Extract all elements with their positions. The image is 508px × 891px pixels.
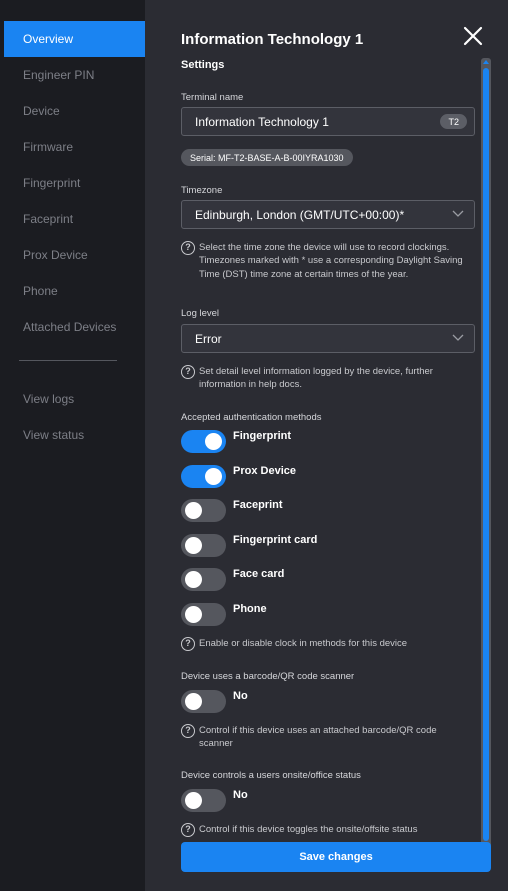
barcode-help-text: Control if this device uses an attached … [199,725,437,750]
onsite-label: Device controls a users onsite/office st… [181,770,361,781]
fingerprint-toggle[interactable] [181,430,226,453]
toggle-row-face-card: Face card [181,568,461,592]
log-level-value: Error [195,331,222,346]
sidebar-item-view-status[interactable]: View status [4,417,145,453]
toggle-row-onsite: No [181,789,461,813]
close-icon [463,26,483,46]
timezone-help-text: Select the time zone the device will use… [199,242,463,280]
terminal-name-input[interactable]: Information Technology 1 T2 [181,107,475,136]
sidebar-divider [19,360,117,361]
toggle-knob [205,468,222,485]
help-icon: ? [181,724,195,738]
fingerprint-card-toggle[interactable] [181,534,226,557]
toggle-knob [185,792,202,809]
sidebar-item-device[interactable]: Device [4,93,145,129]
section-title: Settings [181,59,225,71]
barcode-toggle[interactable] [181,690,226,713]
toggle-knob [185,606,202,623]
toggle-row-prox-device: Prox Device [181,465,461,489]
sidebar-item-faceprint[interactable]: Faceprint [4,201,145,237]
close-button[interactable] [462,25,484,47]
toggle-label: No [233,789,248,801]
sidebar-item-prox-device[interactable]: Prox Device [4,237,145,273]
toggle-row-faceprint: Faceprint [181,499,461,523]
toggle-knob [205,433,222,450]
sidebar-item-overview[interactable]: Overview [4,21,145,57]
terminal-name-value: Information Technology 1 [195,114,329,129]
toggle-row-fingerprint-card: Fingerprint card [181,534,461,558]
toggle-label: Prox Device [233,465,296,477]
timezone-value: Edinburgh, London (GMT/UTC+00:00)* [195,207,405,222]
auth-methods-label: Accepted authentication methods [181,412,322,423]
faceprint-toggle[interactable] [181,499,226,522]
help-icon: ? [181,823,195,837]
help-icon: ? [181,241,195,255]
timezone-label: Timezone [181,185,223,196]
scroll-up-icon[interactable] [483,60,489,64]
log-level-label: Log level [181,308,220,319]
chevron-down-icon [452,210,464,217]
sidebar: Overview Engineer PIN Device Firmware Fi… [0,0,145,891]
chevron-down-icon [452,334,464,341]
log-level-help-text: Set detail level information logged by t… [199,366,433,391]
settings-panel: Information Technology 1 Settings Termin… [145,0,508,891]
timezone-help: ? Select the time zone the device will u… [181,241,471,281]
onsite-toggle[interactable] [181,789,226,812]
panel-title: Information Technology 1 [181,31,364,48]
toggle-label: Faceprint [233,499,283,511]
phone-toggle[interactable] [181,603,226,626]
sidebar-item-fingerprint[interactable]: Fingerprint [4,165,145,201]
onsite-help-text: Control if this device toggles the onsit… [199,824,418,835]
toggle-knob [185,537,202,554]
sidebar-item-engineer-pin[interactable]: Engineer PIN [4,57,145,93]
toggle-knob [185,502,202,519]
auth-methods-help-text: Enable or disable clock in methods for t… [199,638,408,649]
auth-methods-help: ? Enable or disable clock in methods for… [181,637,471,651]
terminal-name-label: Terminal name [181,92,244,103]
toggle-row-phone: Phone [181,603,461,627]
sidebar-item-firmware[interactable]: Firmware [4,129,145,165]
barcode-label: Device uses a barcode/QR code scanner [181,671,355,682]
onsite-help: ? Control if this device toggles the ons… [181,823,471,837]
terminal-type-badge: T2 [440,114,467,129]
serial-badge: Serial: MF-T2-BASE-A-B-00IYRA1030 [181,149,353,166]
toggle-row-fingerprint: Fingerprint [181,430,461,454]
save-changes-button[interactable]: Save changes [181,842,491,872]
toggle-knob [185,571,202,588]
toggle-knob [185,693,202,710]
face-card-toggle[interactable] [181,568,226,591]
timezone-select[interactable]: Edinburgh, London (GMT/UTC+00:00)* [181,200,475,229]
sidebar-item-phone[interactable]: Phone [4,273,145,309]
sidebar-item-attached-devices[interactable]: Attached Devices [4,309,145,345]
toggle-label: Fingerprint [233,430,292,442]
log-level-help: ? Set detail level information logged by… [181,365,471,392]
barcode-help: ? Control if this device uses an attache… [181,724,471,751]
toggle-label: No [233,690,248,702]
scrollbar[interactable] [481,58,491,868]
help-icon: ? [181,365,195,379]
prox-device-toggle[interactable] [181,465,226,488]
log-level-select[interactable]: Error [181,324,475,353]
toggle-row-barcode: No [181,690,461,714]
toggle-label: Face card [233,568,285,580]
toggle-label: Fingerprint card [233,534,318,546]
toggle-label: Phone [233,603,267,615]
sidebar-item-view-logs[interactable]: View logs [4,381,145,417]
scrollbar-thumb[interactable] [483,68,489,841]
help-icon: ? [181,637,195,651]
